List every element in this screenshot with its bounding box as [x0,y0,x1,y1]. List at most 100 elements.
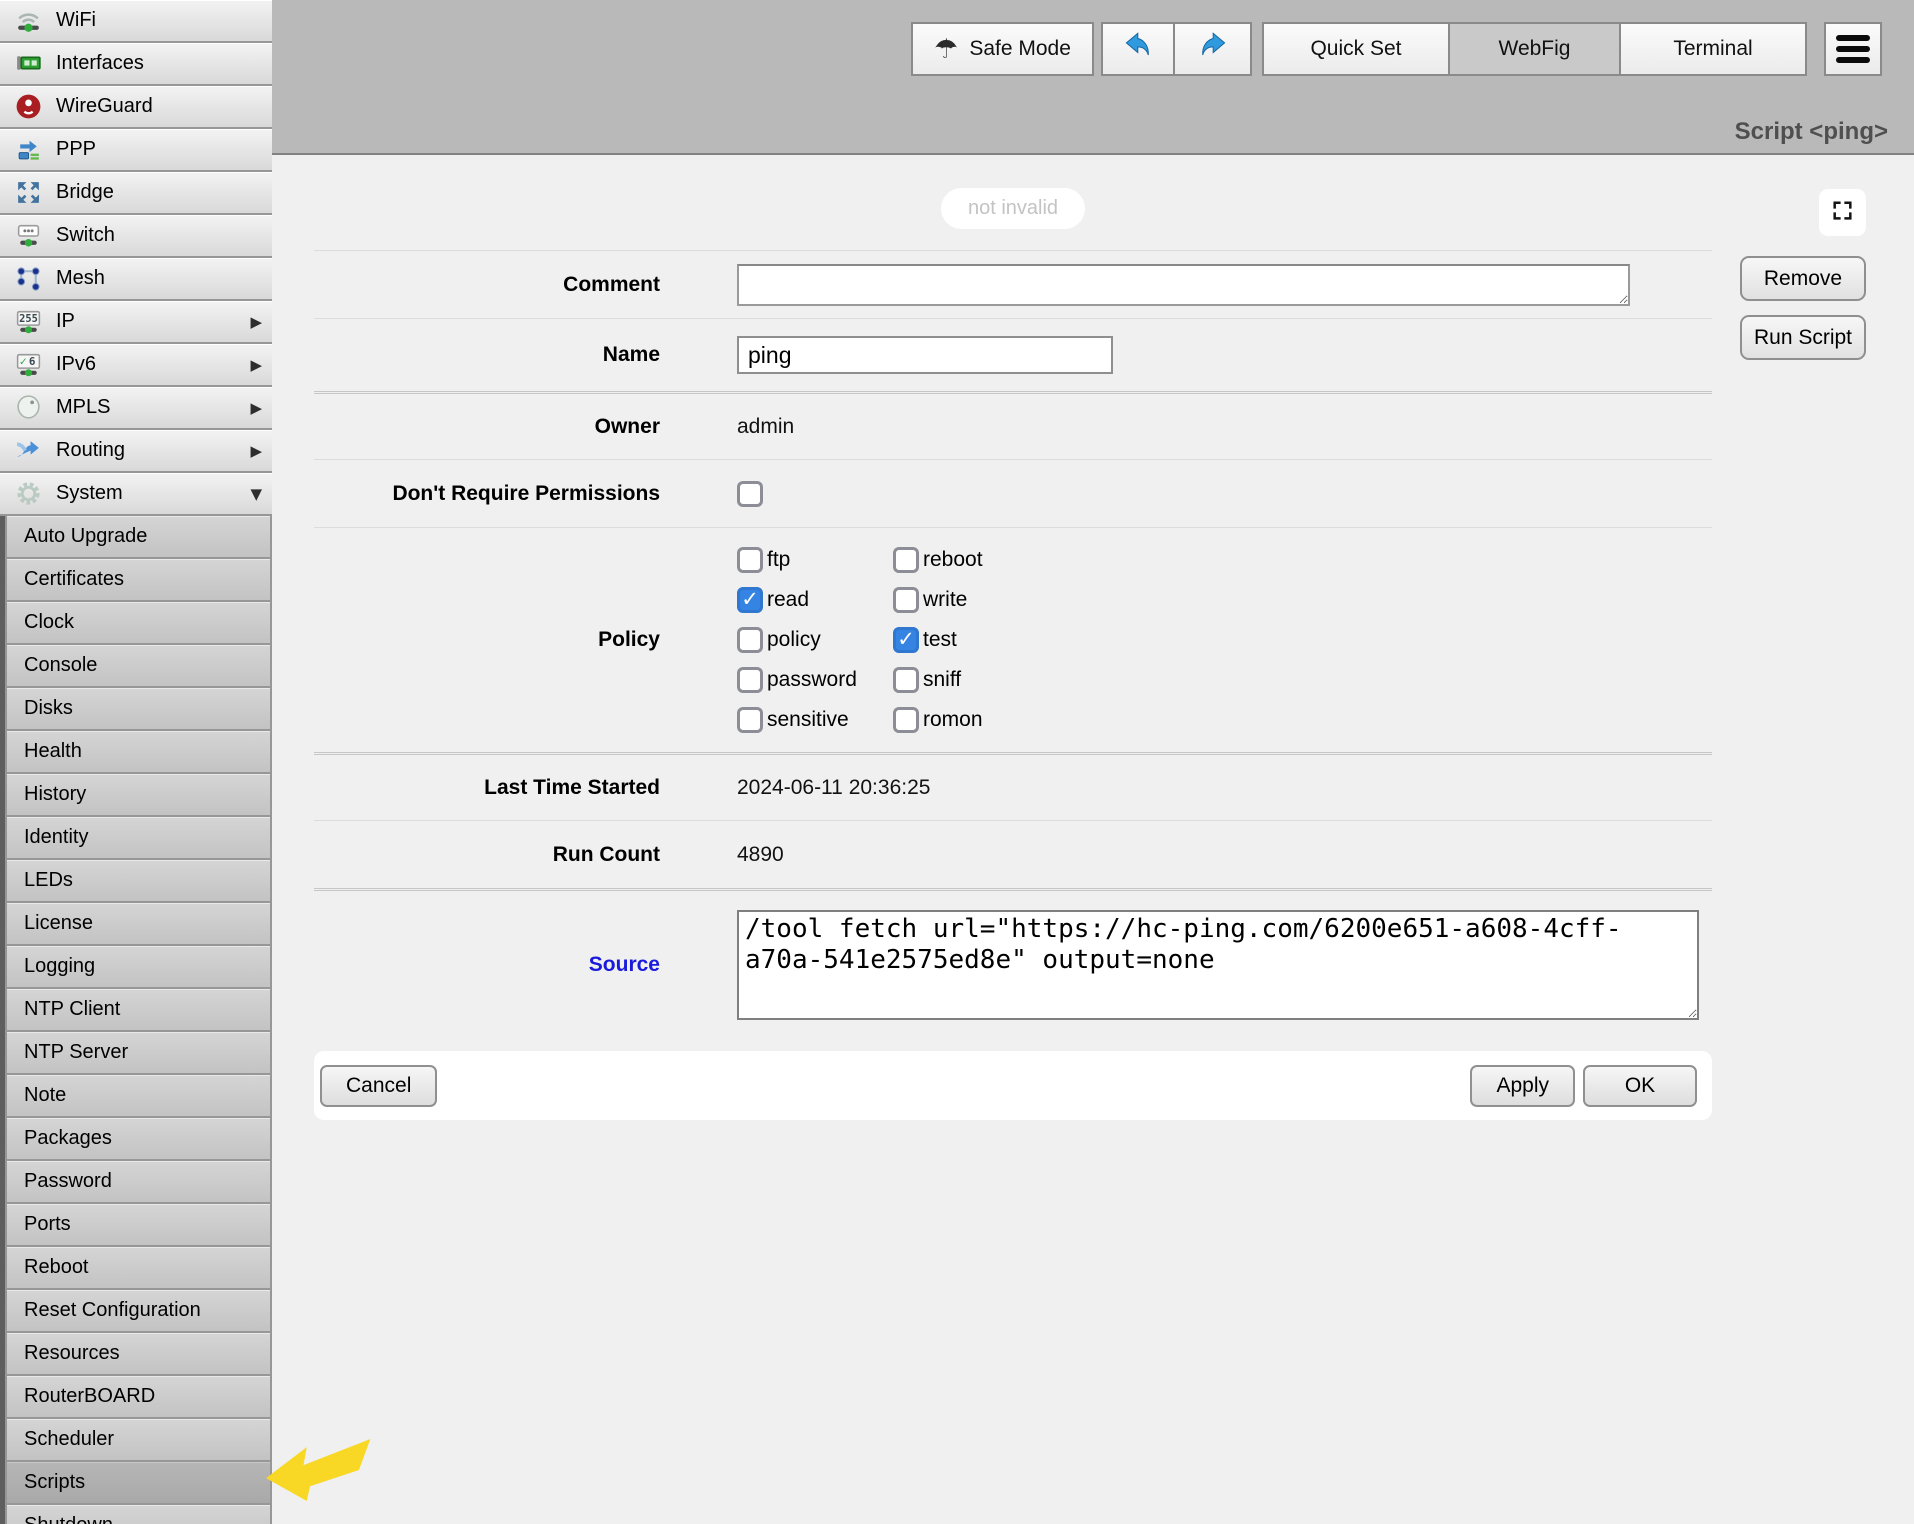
sidebar-item-routerboard[interactable]: RouterBOARD [7,1376,270,1417]
sidebar-item-health[interactable]: Health [7,731,270,772]
sidebar-item-identity[interactable]: Identity [7,817,270,858]
fullscreen-button[interactable] [1819,189,1866,236]
sidebar-item-leds[interactable]: LEDs [7,860,270,901]
source-input[interactable]: /tool fetch url="https://hc-ping.com/620… [737,910,1699,1020]
hamburger-icon [1836,35,1870,41]
sidebar-menu: WiFi Interfaces WireGuardPPPBridge Switch Me… [0,0,272,514]
sidebar-item-shutdown[interactable]: Shutdown [7,1505,270,1524]
policy-checkbox-reboot[interactable] [893,547,919,573]
interfaces-icon [13,49,43,79]
redo-button[interactable] [1173,22,1252,76]
sidebar-item-license[interactable]: License [7,903,270,944]
sidebar-item-mesh[interactable]: Mesh [0,258,272,299]
undo-icon [1122,30,1155,69]
tab-terminal[interactable]: Terminal [1619,22,1807,76]
policy-checkbox-test[interactable] [893,627,919,653]
safe-mode-label: Safe Mode [969,37,1071,61]
svg-text:✓: ✓ [18,356,27,368]
mpls-icon [13,393,43,423]
svg-text:6: 6 [28,355,35,368]
policy-checkbox-label: sniff [923,668,961,692]
policy-checkbox-sensitive[interactable] [737,707,763,733]
sidebar-item-history[interactable]: History [7,774,270,815]
sidebar-item-wireguard[interactable]: WireGuard [0,86,272,127]
tab-webfig[interactable]: WebFig [1448,22,1621,76]
sidebar-item-disks[interactable]: Disks [7,688,270,729]
sidebar-item-routing[interactable]: Routing▶ [0,430,272,471]
policy-checkbox-policy[interactable] [737,627,763,653]
sidebar-item-ports[interactable]: Ports [7,1204,270,1245]
form-row-comment: Comment [314,250,1712,318]
sidebar-item-packages[interactable]: Packages [7,1118,270,1159]
sidebar-item-password[interactable]: Password [7,1161,270,1202]
owner-label: Owner [314,415,660,439]
sidebar-item-bridge[interactable]: Bridge [0,172,272,213]
sidebar-item-resources[interactable]: Resources [7,1333,270,1374]
dont-require-permissions-checkbox[interactable] [737,481,763,507]
sidebar-item-console[interactable]: Console [7,645,270,686]
sidebar-item-label: Interfaces [56,52,144,75]
sidebar-item-ip[interactable]: 255IP▶ [0,301,272,342]
sidebar-item-ntp-server[interactable]: NTP Server [7,1032,270,1073]
ok-button[interactable]: OK [1583,1065,1697,1107]
chevron-right-icon: ▶ [250,313,262,331]
comment-label: Comment [314,273,660,297]
name-input[interactable] [737,336,1113,374]
policy-checkbox-label: write [923,588,967,612]
svg-text:255: 255 [19,313,38,325]
sidebar-item-logging[interactable]: Logging [7,946,270,987]
sidebar-item-ppp[interactable]: PPP [0,129,272,170]
policy-label: Policy [314,628,660,652]
name-label: Name [314,343,660,367]
policy-checkbox-romon[interactable] [893,707,919,733]
apply-button[interactable]: Apply [1470,1065,1575,1107]
sidebar-item-label: Routing [56,439,125,462]
sidebar-item-label: IPv6 [56,353,96,376]
policy-checkbox-read[interactable] [737,587,763,613]
ipv6-icon: ✓6 [13,350,43,380]
remove-button[interactable]: Remove [1740,256,1866,301]
run-count-value: 4890 [737,843,784,867]
policy-checkbox-label: password [767,668,857,692]
undo-button[interactable] [1101,22,1175,76]
sidebar-item-wifi[interactable]: WiFi [0,0,272,41]
comment-input[interactable] [737,264,1630,306]
policy-checkbox-ftp[interactable] [737,547,763,573]
cancel-button[interactable]: Cancel [320,1065,437,1107]
sidebar-item-ntp-client[interactable]: NTP Client [7,989,270,1030]
form-row-run-count: Run Count 4890 [314,820,1712,888]
sidebar-item-reboot[interactable]: Reboot [7,1247,270,1288]
form-row-name: Name [314,318,1712,391]
script-form: Comment Name Owner admin Don't Require P… [314,250,1712,1120]
sidebar-item-label: System [56,482,123,505]
sidebar-item-scripts[interactable]: Scripts [7,1462,270,1503]
sidebar-item-label: Switch [56,224,115,247]
sidebar-item-ipv6[interactable]: ✓6IPv6▶ [0,344,272,385]
umbrella-icon: ☂ [934,36,958,63]
form-row-dont-require-permissions: Don't Require Permissions [314,459,1712,527]
safe-mode-button[interactable]: ☂ Safe Mode [911,22,1094,76]
run-script-button[interactable]: Run Script [1740,315,1866,360]
policy-checkbox-label: reboot [923,548,983,572]
mesh-icon [13,264,43,294]
sidebar-item-interfaces[interactable]: Interfaces [0,43,272,84]
sidebar-item-system[interactable]: System▼ [0,473,272,514]
sidebar-item-scheduler[interactable]: Scheduler [7,1419,270,1460]
policy-checkbox-label: test [923,628,957,652]
chevron-right-icon: ▶ [250,399,262,417]
hamburger-menu-button[interactable] [1824,22,1882,76]
sidebar-item-note[interactable]: Note [7,1075,270,1116]
sidebar-item-certificates[interactable]: Certificates [7,559,270,600]
policy-checkbox-sniff[interactable] [893,667,919,693]
policy-checkbox-label: sensitive [767,708,849,732]
tab-quick-set[interactable]: Quick Set [1262,22,1450,76]
policy-checkbox-password[interactable] [737,667,763,693]
policy-checkbox-label: policy [767,628,821,652]
policy-checkbox-write[interactable] [893,587,919,613]
sidebar-item-auto-upgrade[interactable]: Auto Upgrade [7,516,270,557]
sidebar-item-reset-configuration[interactable]: Reset Configuration [7,1290,270,1331]
sidebar-item-mpls[interactable]: MPLS▶ [0,387,272,428]
sidebar-item-clock[interactable]: Clock [7,602,270,643]
sidebar-item-switch[interactable]: Switch [0,215,272,256]
wireguard-icon [13,92,43,122]
